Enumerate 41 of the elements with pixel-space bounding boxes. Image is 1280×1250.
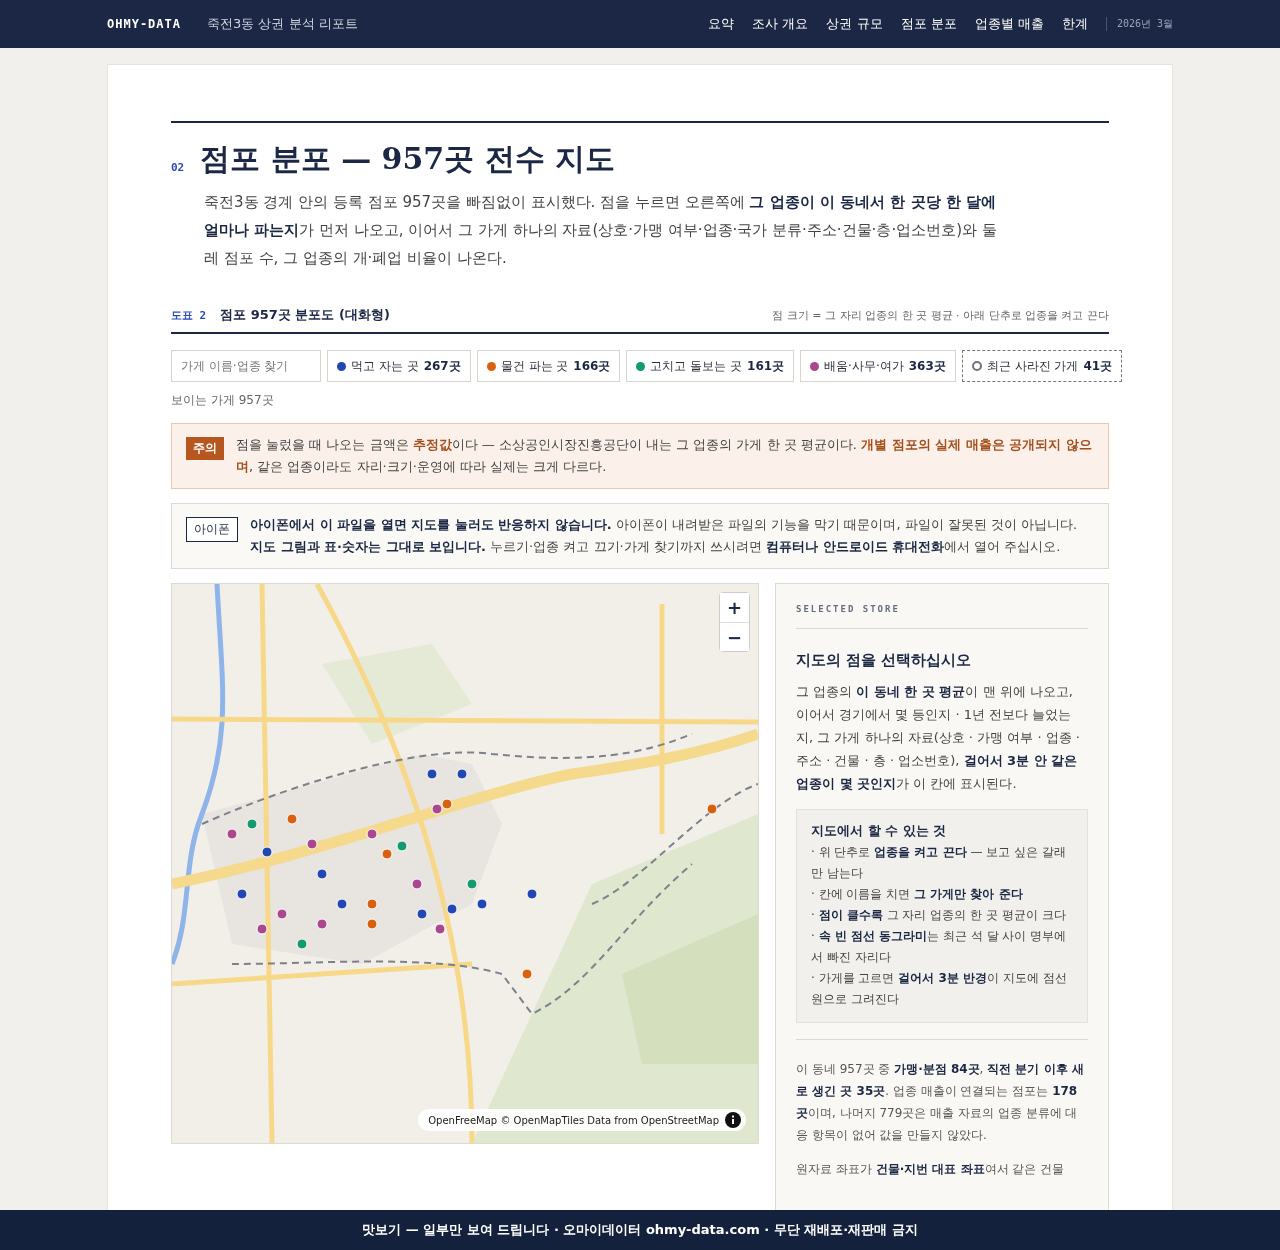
figure-label: 도표 2 <box>171 308 207 323</box>
figure-note: 점 크기 = 그 자리 업종의 한 곳 평균 · 아래 단추로 업종을 켜고 끈다 <box>772 308 1109 323</box>
tips-title: 지도에서 할 수 있는 것 <box>811 822 948 840</box>
category-toggle[interactable]: 배움·사무·여가 363곳 <box>800 350 956 382</box>
category-toggle[interactable]: 최근 사라진 가게 41곳 <box>961 350 1123 382</box>
intro-paragraph: 죽전3동 경계 안의 등록 점포 957곳을 빠짐없이 표시했다. 점을 누르면 오른쪽에 그 업종이 이 동네서 한 곳당 한 달에 얼마나 파는지가 먼저 나오고, 이어서 그 가게 하나의 자료(상호·가맹 여부·업종·국가 분류·주소·건물·층·업소번호)와 둘레 점포 수, 그 업종의 개·폐업 비율이 나온다. <box>204 192 998 269</box>
visible-count: 보이는 가게 957곳 <box>171 392 275 409</box>
panel-heading: 지도의 점을 선택하십시오 <box>796 651 973 670</box>
nav-link[interactable]: 점포 분포 <box>900 15 957 33</box>
section-title: 점포 분포 — 957곳 전수 지도 <box>200 140 616 178</box>
report-date: 2026년 3월 <box>1105 17 1173 31</box>
brand-logo[interactable]: OHMY-DATA <box>107 17 182 31</box>
nav-link[interactable]: 업종별 매출 <box>974 15 1044 33</box>
tip-item: · 가게를 고르면 걸어서 3분 반경이 지도에 점선 원으로 그려진다 <box>811 970 1068 1008</box>
zoom-out-button[interactable]: − <box>720 622 749 651</box>
category-toggle[interactable]: 물건 파는 곳 166곳 <box>476 350 621 382</box>
info-icon[interactable] <box>725 1112 741 1128</box>
panel-eyebrow: SELECTED STORE <box>796 604 1088 629</box>
preview-banner: 맛보기 — 일부만 보여 드립니다 · 오마이데이터 ohmy-data.com · 무단 재배포·재판매 금지 <box>0 1210 1280 1250</box>
notice-text: 점을 눌렀을 때 나오는 금액은 추정값이다 — 소상공인시장진흥공단이 내는 그 업종의 가게 한 곳 평균이다. 개별 점포의 실제 매출은 공개되지 않으며, 같은 업종이라도 자리·크기·운영에 따라 실제는 크게 다르다. <box>236 436 1093 476</box>
nav-link[interactable]: 한계 <box>1061 15 1088 33</box>
notice-tag: 아이폰 <box>186 517 238 542</box>
category-toggle[interactable]: 고치고 돌보는 곳 161곳 <box>626 350 795 382</box>
section-number: 02 <box>171 161 185 176</box>
panel-body: 그 업종의 이 동네 한 곳 평균이 맨 위에 나오고, 이어서 경기에서 몇 등인지 · 1년 전보다 늘었는지, 그 가게 하나의 자료(상호 · 가맹 여부 · 업종 · 주소 · 건물 · 층 · 업소번호), 걸어서 3분 안 같은 업종이 몇 곳인지가 이 칸에 표시된다. <box>796 683 1081 793</box>
map-attribution: OpenFreeMap © OpenMapTiles Data from OpenStreetMap <box>428 1114 719 1126</box>
panel-note: 원자료 좌표가 건물·지번 대표 좌표여서 같은 건물 <box>796 1161 1066 1178</box>
tip-item: · 위 단추로 업종을 켜고 끈다 — 보고 싶은 갈래만 남는다 <box>811 844 1067 882</box>
nav-link[interactable]: 조사 개요 <box>752 15 809 33</box>
report-title: 죽전3동 상권 분석 리포트 <box>207 15 358 33</box>
nav-link[interactable]: 요약 <box>708 15 735 33</box>
notice-tag: 주의 <box>186 437 224 460</box>
tip-item: · 속 빈 점선 동그라미는 최근 석 달 사이 명부에서 빠진 자리다 <box>811 928 1068 966</box>
tip-item: · 칸에 이름을 치면 그 가게만 찾아 준다 <box>811 886 1024 903</box>
nav-link[interactable]: 상권 규모 <box>826 15 883 33</box>
panel-summary: 이 동네 957곳 중 가맹·분점 84곳, 직전 분기 이후 새로 생긴 곳 35곳. 업종 매출이 연결되는 점포는 178곳이며, 나머지 779곳은 매출 자료의 업종 분류에 대응 항목이 없어 값을 만들지 않았다. <box>796 1039 1088 1146</box>
tip-item: · 점이 클수록 그 자리 업종의 한 곳 평균이 크다 <box>811 907 1067 924</box>
figure-title: 점포 957곳 분포도 (대화형) <box>220 306 390 324</box>
notice-text: 아이폰에서 이 파일을 열면 지도를 눌러도 반응하지 않습니다. 아이폰이 내려받은 파일의 기능을 막기 때문이며, 파일이 잘못된 것이 아닙니다. 지도 그림과 표·숫자는 그대로 보입니다. 누르기·업종 켜고 끄기·가게 찾기까지 쓰시려면 컴퓨터나 안드로이드 휴대전화에서 열어 주십시오. <box>250 516 1079 556</box>
search-field[interactable]: 가게 이름·업종 찾기 <box>171 350 321 382</box>
category-toggle[interactable]: 먹고 자는 곳 267곳 <box>327 350 471 382</box>
